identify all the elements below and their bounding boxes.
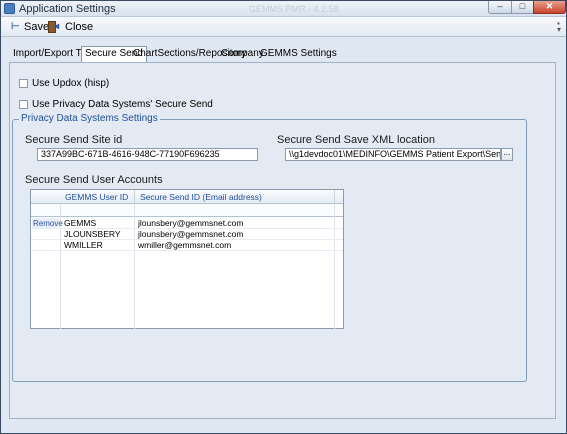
save-button[interactable]: ⊢ Save: [11, 20, 49, 34]
xml-location-label: Secure Send Save XML location: [277, 134, 435, 146]
save-icon: ⊢: [11, 21, 20, 32]
use-updox-label: Use Updox (hisp): [32, 78, 110, 89]
header-gemms-user-id[interactable]: GEMMS User ID: [65, 192, 128, 202]
group-legend: Privacy Data Systems Settings: [19, 113, 160, 124]
header-secure-send-id[interactable]: Secure Send ID (Email address): [140, 192, 262, 202]
window-title: Application Settings: [19, 3, 116, 15]
user-accounts-label: Secure Send User Accounts: [25, 174, 163, 186]
use-privacy-option[interactable]: Use Privacy Data Systems' Secure Send: [19, 99, 213, 110]
user-id-cell[interactable]: JLOUNSBERY: [64, 229, 121, 240]
email-cell[interactable]: jlounsbery@gemmsnet.com: [138, 229, 243, 240]
title-bar[interactable]: Application Settings GEMMS PMR - 4.2.58 …: [1, 1, 566, 17]
close-window-button[interactable]: ✕: [533, 1, 566, 14]
use-updox-option[interactable]: Use Updox (hisp): [19, 78, 109, 89]
user-id-cell[interactable]: GEMMS: [64, 218, 96, 229]
email-cell[interactable]: wmiller@gemmsnet.com: [138, 240, 231, 251]
save-label: Save: [24, 21, 50, 33]
grid-header: GEMMS User ID Secure Send ID (Email addr…: [31, 190, 343, 204]
remove-button[interactable]: Remove: [32, 218, 63, 229]
user-id-cell[interactable]: WMILLER: [64, 240, 103, 251]
application-settings-window: Application Settings GEMMS PMR - 4.2.58 …: [0, 0, 567, 434]
use-privacy-checkbox[interactable]: [19, 100, 28, 109]
toolbar-overflow-icon[interactable]: ▪ ▾: [557, 20, 562, 34]
browse-button[interactable]: ...: [501, 148, 513, 161]
email-cell[interactable]: jlounsbery@gemmsnet.com: [138, 218, 243, 229]
table-row[interactable]: WMILLER wmiller@gemmsnet.com: [31, 240, 343, 251]
toolbar: ⊢ Save ◂ Close ▪ ▾: [1, 17, 566, 37]
tab-gemms-settings[interactable]: GEMMS Settings: [257, 47, 340, 62]
table-row[interactable]: JLOUNSBERY jlounsbery@gemmsnet.com: [31, 229, 343, 240]
use-privacy-label: Use Privacy Data Systems' Secure Send: [32, 99, 213, 110]
xml-location-field[interactable]: \\g1devdoc01\MEDINFO\GEMMS Patient Expor…: [285, 148, 501, 161]
minimize-button[interactable]: –: [488, 1, 512, 14]
close-button[interactable]: ◂ Close: [48, 20, 93, 34]
table-row[interactable]: Remove GEMMS jlounsbery@gemmsnet.com: [31, 218, 343, 229]
use-updox-checkbox[interactable]: [19, 79, 28, 88]
site-id-field[interactable]: 337A99BC-671B-4616-948C-77190F696235: [37, 148, 258, 161]
app-icon: [4, 3, 15, 14]
close-label: Close: [65, 21, 94, 33]
user-accounts-grid: GEMMS User ID Secure Send ID (Email addr…: [30, 189, 344, 329]
maximize-button[interactable]: □: [511, 1, 534, 14]
exit-door-icon: ◂: [48, 21, 61, 33]
grid-new-row[interactable]: [31, 204, 343, 217]
window-subtitle: GEMMS PMR - 4.2.58: [249, 4, 339, 14]
site-id-label: Secure Send Site id: [25, 134, 123, 146]
